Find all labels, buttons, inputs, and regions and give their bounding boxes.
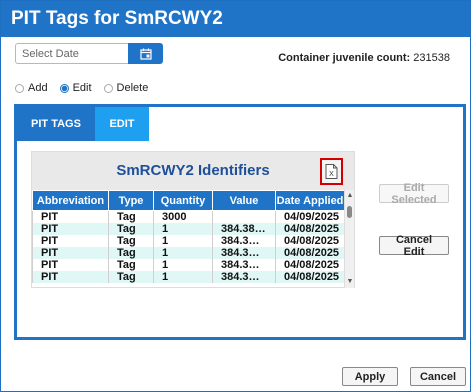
cell-quantity: 1 [153,223,213,235]
scroll-thumb[interactable] [347,206,352,218]
cell-type: Tag [108,247,154,259]
cell-type: Tag [108,223,154,235]
cell-date-applied: 04/09/2025 [275,210,345,223]
scroll-up-icon[interactable]: ▲ [346,192,354,200]
radio-delete[interactable]: Delete [103,82,149,94]
cell-type: Tag [108,235,154,247]
radio-edit-label: Edit [72,82,92,94]
cell-quantity: 1 [153,247,213,259]
cell-type: Tag [108,259,154,271]
scroll-down-icon[interactable]: ▼ [346,278,354,286]
excel-export-icon: X [325,164,338,179]
cell-value: 384.3… [212,235,276,247]
container-count-label: Container juvenile count: [278,52,411,64]
table-header-row: Abbreviation Type Quantity Value Date Ap… [32,190,345,211]
date-input[interactable] [15,43,129,64]
tab-bar: PIT TAGS EDIT [17,107,149,141]
edit-panel: PIT TAGS EDIT SmRCWY2 Identifiers X Abbr… [14,104,466,340]
col-value[interactable]: Value [212,190,276,211]
col-quantity[interactable]: Quantity [153,190,213,211]
col-abbreviation[interactable]: Abbreviation [32,190,109,211]
tab-edit[interactable]: EDIT [95,107,149,141]
cell-abbreviation: PIT [32,259,109,271]
cell-abbreviation: PIT [32,271,109,283]
calendar-icon [139,48,152,60]
cancel-button[interactable]: Cancel [410,367,466,386]
cell-date-applied: 04/08/2025 [275,247,345,259]
cell-quantity: 3000 [153,210,213,223]
date-picker [15,43,163,64]
edit-selected-button[interactable]: Edit Selected [379,182,449,206]
cell-value: 384.3… [212,271,276,283]
dialog-title: PIT Tags for SmRCWY2 [1,1,470,37]
table-row[interactable]: PIT Tag 1 384.3… 04/08/2025 [32,235,345,247]
cell-value [212,210,276,223]
cell-value: 384.3… [212,259,276,271]
calendar-button[interactable] [128,43,163,64]
table-row[interactable]: PIT Tag 1 384.3… 04/08/2025 [32,259,345,271]
cell-quantity: 1 [153,271,213,283]
radio-edit-dot[interactable] [59,83,69,93]
svg-text:X: X [329,171,334,178]
cell-date-applied: 04/08/2025 [275,235,345,247]
cell-abbreviation: PIT [32,235,109,247]
tab-pit-tags[interactable]: PIT TAGS [17,107,95,141]
cell-abbreviation: PIT [32,210,109,223]
cell-quantity: 1 [153,259,213,271]
cell-value: 384.38… [212,223,276,235]
radio-delete-label: Delete [116,82,149,94]
apply-button[interactable]: Apply [342,367,398,386]
container-count-value: 231538 [413,52,450,64]
cell-date-applied: 04/08/2025 [275,223,345,235]
col-type[interactable]: Type [108,190,154,211]
table-row[interactable]: PIT Tag 1 384.3… 04/08/2025 [32,247,345,259]
radio-edit[interactable]: Edit [59,82,92,94]
table-row[interactable]: PIT Tag 1 384.3… 04/08/2025 [32,271,345,283]
container-count: Container juvenile count: 231538 [278,52,450,64]
pit-tags-dialog: PIT Tags for SmRCWY2 Container juvenile … [0,0,471,392]
mode-radio-group: Add Edit Delete [15,81,160,95]
table-row[interactable]: PIT Tag 1 384.38… 04/08/2025 [32,223,345,235]
cell-type: Tag [108,210,154,223]
radio-delete-dot[interactable] [103,83,113,93]
cell-abbreviation: PIT [32,223,109,235]
excel-export-button[interactable]: X [320,158,343,185]
identifiers-table: Abbreviation Type Quantity Value Date Ap… [32,190,345,283]
cell-value: 384.3… [212,247,276,259]
grid-scrollbar[interactable]: ▲ ▼ [344,190,354,288]
cell-date-applied: 04/08/2025 [275,271,345,283]
cell-date-applied: 04/08/2025 [275,259,345,271]
table-row[interactable]: PIT Tag 3000 04/09/2025 [32,210,345,223]
col-date-applied[interactable]: Date Applied [275,190,345,211]
radio-add-label: Add [28,82,48,94]
identifiers-grid: SmRCWY2 Identifiers X Abbreviation Type … [31,151,355,288]
cell-type: Tag [108,271,154,283]
cell-quantity: 1 [153,235,213,247]
grid-title: SmRCWY2 Identifiers [32,152,354,190]
cell-abbreviation: PIT [32,247,109,259]
cancel-edit-button[interactable]: Cancel Edit [379,234,449,258]
radio-add-dot[interactable] [15,83,24,93]
radio-add[interactable]: Add [15,82,48,94]
